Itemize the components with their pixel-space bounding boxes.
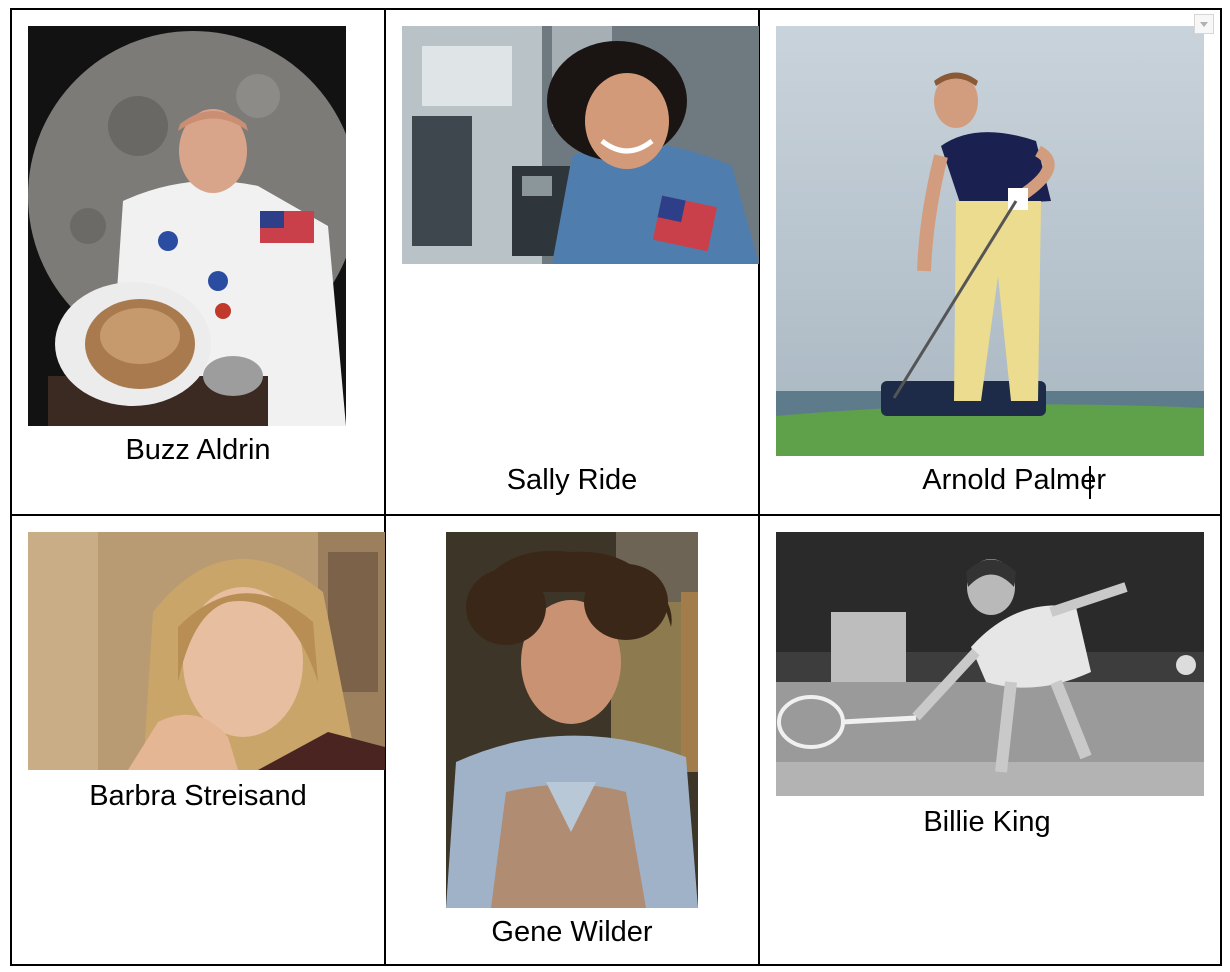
- sally-ride-photo[interactable]: [402, 26, 759, 264]
- barbra-streisand-photo[interactable]: [28, 532, 385, 770]
- arnold-palmer-photo[interactable]: [776, 26, 1204, 456]
- row-divider: [10, 514, 1222, 516]
- table-border-left: [10, 8, 12, 966]
- table-border-bottom: [10, 964, 1222, 966]
- billie-king-photo[interactable]: [776, 532, 1204, 796]
- caption-gene-wilder: Gene Wilder: [491, 916, 653, 948]
- caption-buzz-aldrin: Buzz Aldrin: [125, 434, 271, 466]
- table-border-right: [1220, 8, 1222, 966]
- caption-billie-king: Billie King: [923, 806, 1051, 838]
- buzz-aldrin-photo[interactable]: [28, 26, 346, 426]
- gene-wilder-photo[interactable]: [446, 532, 698, 908]
- text-cursor: [1089, 466, 1091, 499]
- caption-arnold-palmer: Arnold Palmer: [922, 464, 1106, 496]
- table-border-top: [10, 8, 1222, 10]
- caption-barbra-streisand: Barbra Streisand: [89, 780, 307, 812]
- caption-sally-ride: Sally Ride: [506, 464, 638, 496]
- cell-menu-chevron-down-icon[interactable]: [1194, 14, 1214, 34]
